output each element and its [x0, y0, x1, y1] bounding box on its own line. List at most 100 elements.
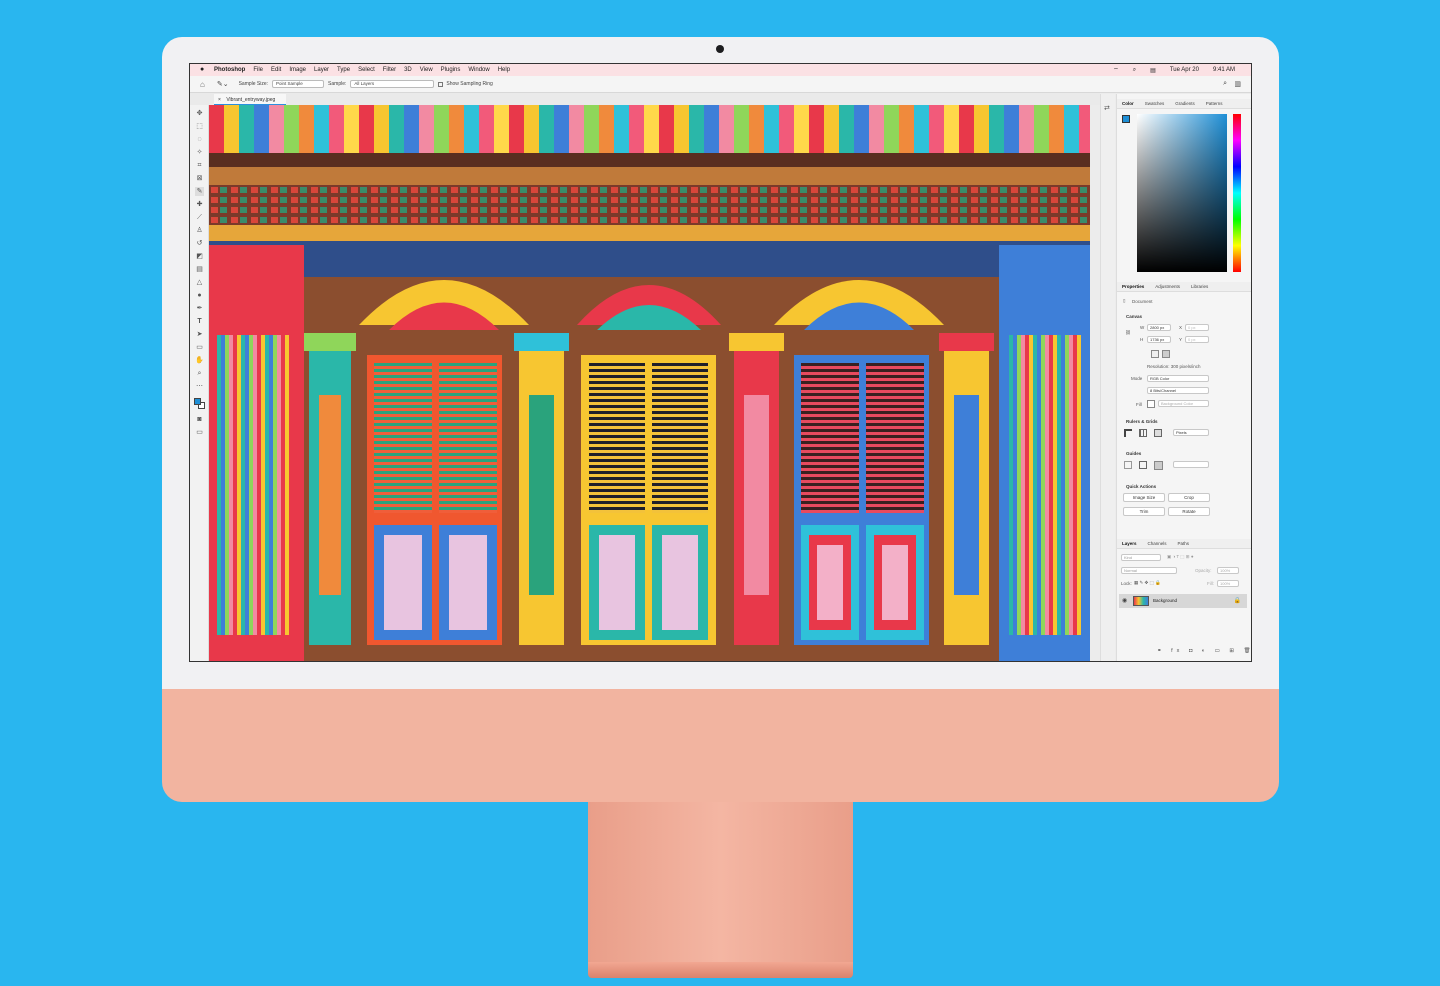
- layers-footer-icons[interactable]: ⚭ fx ◘ ◐ ▭ ⊞ 🗑: [1157, 648, 1251, 654]
- menu-app-name[interactable]: Photoshop: [214, 67, 245, 73]
- lock-icons[interactable]: ▦ ✎ ✥ ⬚ 🔒: [1134, 580, 1161, 586]
- menu-type[interactable]: Type: [337, 67, 350, 73]
- menu-layer[interactable]: Layer: [314, 67, 329, 73]
- menu-edit[interactable]: Edit: [271, 67, 281, 73]
- crop-tool-icon[interactable]: ⌗: [195, 161, 204, 170]
- pen-tool-icon[interactable]: ✒: [195, 304, 204, 313]
- search-icon[interactable]: ⌕: [1223, 80, 1227, 88]
- healing-tool-icon[interactable]: ✚: [195, 200, 204, 209]
- tab-layers[interactable]: Layers: [1122, 541, 1137, 546]
- zoom-tool-icon[interactable]: ⌕: [195, 369, 204, 378]
- link-icon[interactable]: ⛓: [1125, 330, 1131, 336]
- eyedropper-tool-icon[interactable]: ✎⌄: [217, 80, 229, 88]
- portrait-orientation-icon[interactable]: [1151, 350, 1159, 358]
- rulers-grids-header[interactable]: Rulers & Grids: [1126, 419, 1158, 424]
- hand-tool-icon[interactable]: ✋: [195, 356, 204, 365]
- control-center-icon[interactable]: ▤: [1150, 67, 1156, 74]
- wifi-icon[interactable]: ⌔: [1113, 66, 1119, 74]
- tab-swatches[interactable]: Swatches: [1145, 101, 1165, 106]
- sample-select[interactable]: All Layers: [350, 80, 435, 88]
- tab-color[interactable]: Color: [1122, 101, 1134, 106]
- guide-add-icon[interactable]: [1139, 461, 1147, 469]
- guides-select[interactable]: [1173, 461, 1209, 468]
- crop-button[interactable]: Crop: [1168, 493, 1210, 502]
- quick-select-tool-icon[interactable]: ✧: [195, 148, 204, 157]
- guide-layout-icon[interactable]: [1124, 461, 1132, 469]
- opacity-field[interactable]: 100%: [1217, 567, 1239, 574]
- menu-plugins[interactable]: Plugins: [441, 67, 461, 73]
- rulers-icon[interactable]: [1124, 429, 1132, 437]
- pixel-grid-icon[interactable]: [1154, 429, 1162, 437]
- layer-fill-field[interactable]: 100%: [1217, 580, 1239, 587]
- menu-3d[interactable]: 3D: [404, 67, 412, 73]
- search-icon[interactable]: ⌕: [1133, 67, 1136, 74]
- menu-time[interactable]: 9:41 AM: [1213, 67, 1235, 73]
- foreground-color-swatch[interactable]: [194, 398, 201, 405]
- tab-gradients[interactable]: Gradients: [1175, 101, 1195, 106]
- layer-filter-kind[interactable]: Kind: [1121, 554, 1161, 561]
- x-field[interactable]: 0 px: [1185, 324, 1209, 331]
- shape-tool-icon[interactable]: ▭: [195, 343, 204, 352]
- tab-channels[interactable]: Channels: [1148, 541, 1167, 546]
- image-size-button[interactable]: Image Size: [1123, 493, 1165, 502]
- apple-icon[interactable]: ●: [200, 66, 208, 74]
- canvas-header[interactable]: Canvas: [1126, 314, 1142, 319]
- height-field[interactable]: 1736 px: [1147, 336, 1171, 343]
- eye-icon[interactable]: ◉: [1122, 597, 1127, 604]
- gradient-tool-icon[interactable]: ▤: [195, 265, 204, 274]
- close-icon[interactable]: ×: [218, 97, 221, 103]
- hue-slider[interactable]: [1233, 114, 1241, 272]
- tab-patterns[interactable]: Patterns: [1206, 101, 1223, 106]
- frame-tool-icon[interactable]: ⊠: [195, 174, 204, 183]
- path-select-tool-icon[interactable]: ➤: [195, 330, 204, 339]
- menu-window[interactable]: Window: [468, 67, 489, 73]
- sampling-ring-checkbox[interactable]: [438, 81, 444, 87]
- tab-libraries[interactable]: Libraries: [1191, 284, 1208, 289]
- guides-header[interactable]: Guides: [1126, 451, 1141, 456]
- menu-view[interactable]: View: [420, 67, 433, 73]
- landscape-orientation-icon[interactable]: [1162, 350, 1170, 358]
- move-tool-icon[interactable]: ✥: [195, 109, 204, 118]
- mode-select[interactable]: RGB Color: [1147, 375, 1209, 382]
- menu-date[interactable]: Tue Apr 20: [1170, 67, 1199, 73]
- screen-mode-icon[interactable]: ▭: [195, 428, 204, 437]
- fg-color-chip[interactable]: [1122, 115, 1130, 123]
- stamp-tool-icon[interactable]: ♙: [195, 226, 204, 235]
- eyedropper-tool-icon[interactable]: ✎: [195, 187, 204, 196]
- history-brush-tool-icon[interactable]: ↺: [195, 239, 204, 248]
- menu-image[interactable]: Image: [289, 67, 306, 73]
- type-tool-icon[interactable]: T: [195, 317, 204, 326]
- marquee-tool-icon[interactable]: ⬚: [195, 122, 204, 131]
- width-field[interactable]: 2800 px: [1147, 324, 1171, 331]
- menu-file[interactable]: File: [253, 67, 263, 73]
- dodge-tool-icon[interactable]: ●: [195, 291, 204, 300]
- tab-properties[interactable]: Properties: [1122, 284, 1144, 289]
- more-tools-icon[interactable]: ⋯: [195, 382, 204, 391]
- menu-help[interactable]: Help: [498, 67, 510, 73]
- home-icon[interactable]: ⌂: [200, 80, 205, 89]
- lasso-tool-icon[interactable]: ◌: [195, 135, 204, 144]
- tab-adjustments[interactable]: Adjustments: [1155, 284, 1180, 289]
- color-field[interactable]: [1137, 114, 1227, 272]
- eraser-tool-icon[interactable]: ◩: [195, 252, 204, 261]
- quick-mask-icon[interactable]: ◙: [195, 415, 204, 424]
- menu-select[interactable]: Select: [358, 67, 375, 73]
- ruler-units-select[interactable]: Pixels: [1173, 429, 1209, 436]
- blur-tool-icon[interactable]: △: [195, 278, 204, 287]
- document-tab[interactable]: × Vibrant_entryway.jpeg: [214, 94, 286, 105]
- layer-filter-icons[interactable]: ▣ ◑ T ⬚ ⊞ ●: [1167, 554, 1194, 560]
- grid-icon[interactable]: [1139, 429, 1147, 437]
- sample-size-select[interactable]: Point Sample: [272, 80, 325, 88]
- guide-lock-icon[interactable]: [1154, 461, 1163, 470]
- quick-actions-header[interactable]: Quick Actions: [1126, 484, 1156, 489]
- tab-paths[interactable]: Paths: [1178, 541, 1190, 546]
- workspace-icon[interactable]: ▥: [1234, 80, 1241, 88]
- fill-swatch[interactable]: [1147, 400, 1155, 408]
- layer-row[interactable]: ◉ Background 🔒: [1119, 594, 1247, 608]
- rotate-button[interactable]: Rotate: [1168, 507, 1210, 516]
- brush-tool-icon[interactable]: ⟋: [195, 213, 204, 222]
- trim-button[interactable]: Trim: [1123, 507, 1165, 516]
- blend-mode-select[interactable]: Normal: [1121, 567, 1177, 574]
- fill-select[interactable]: Background Color: [1158, 400, 1209, 407]
- history-panel-icon[interactable]: ⇄: [1104, 104, 1110, 112]
